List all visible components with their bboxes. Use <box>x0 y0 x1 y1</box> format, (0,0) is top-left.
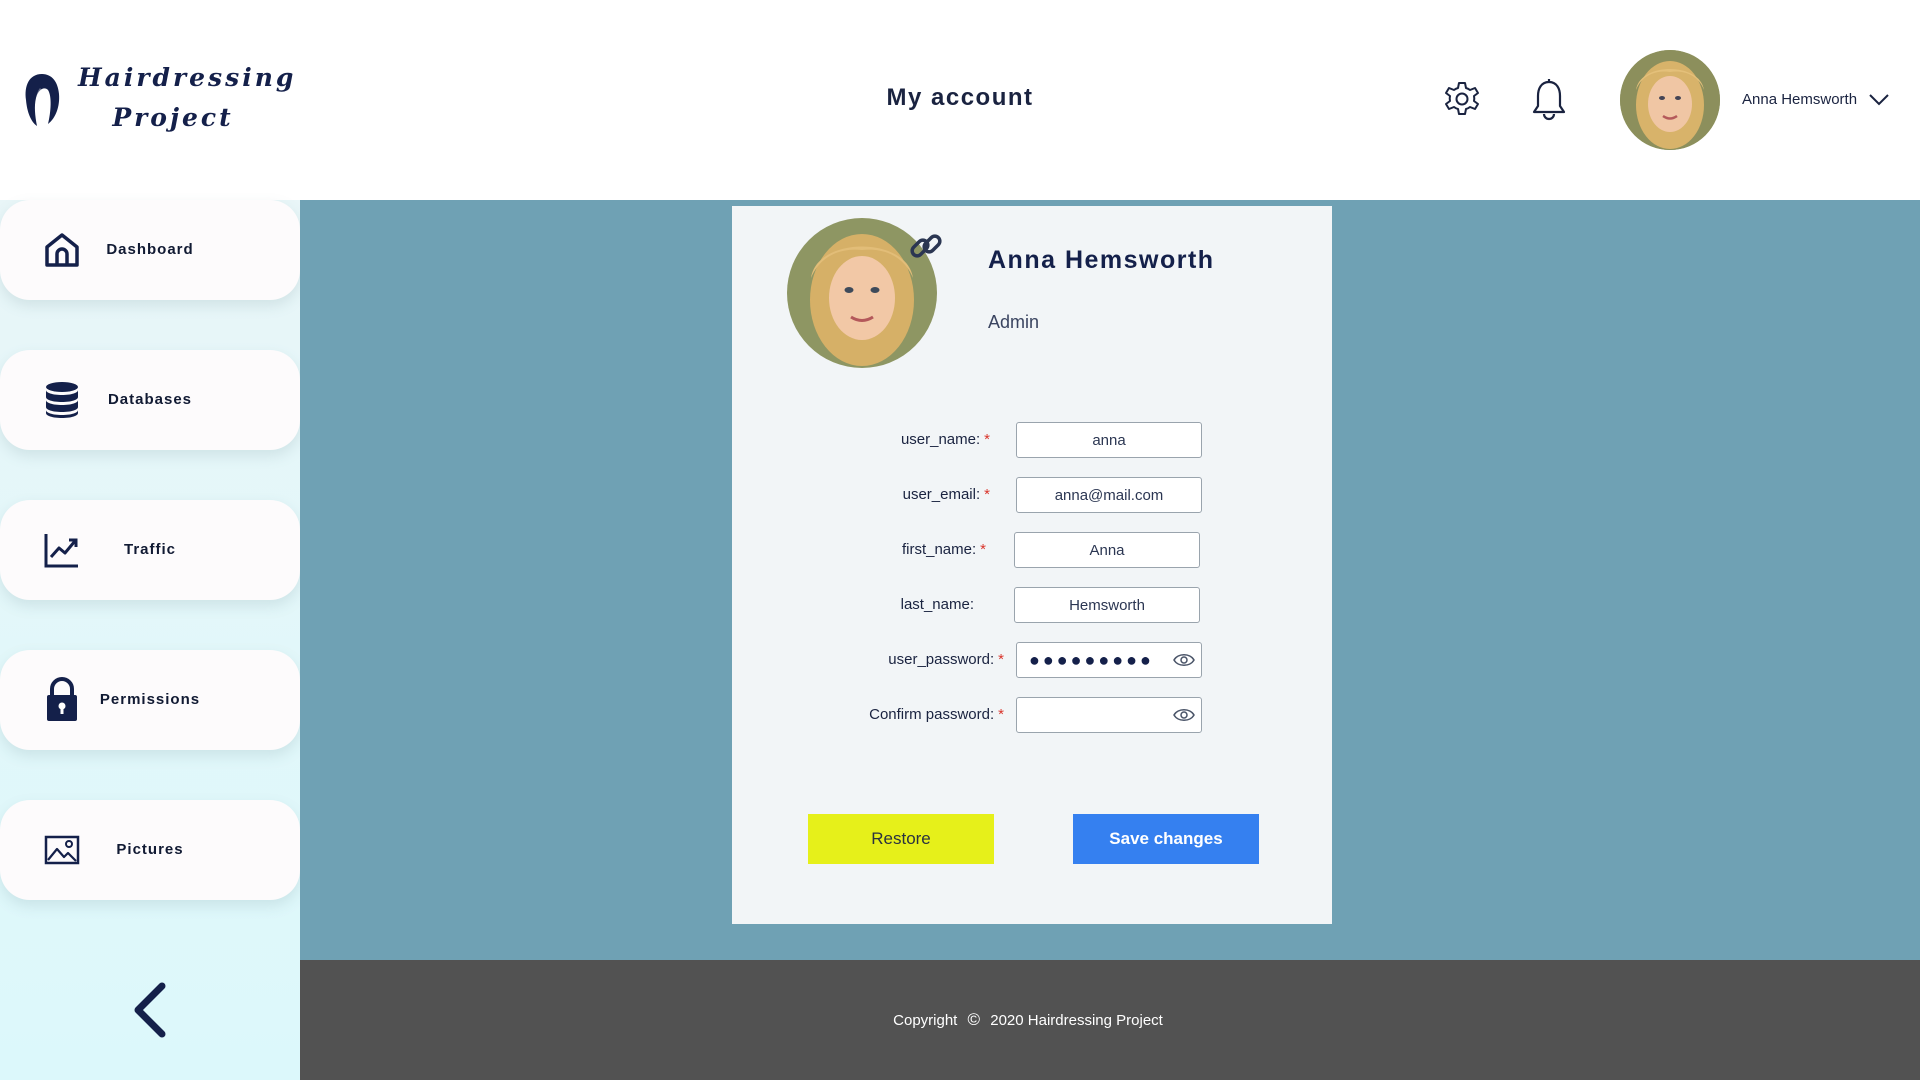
sidebar-item-dashboard[interactable]: Dashboard <box>0 200 300 300</box>
eye-icon[interactable] <box>1173 652 1195 668</box>
last-name-input[interactable] <box>1014 587 1200 623</box>
sidebar-item-permissions[interactable]: Permissions <box>0 650 300 750</box>
sidebar-item-label: Permissions <box>99 691 201 708</box>
footer: Copyright © 2020 Hairdressing Project <box>300 960 1920 1080</box>
eye-icon[interactable] <box>1173 707 1195 723</box>
bell-icon[interactable] <box>1529 78 1569 122</box>
profile-role: Admin <box>988 312 1040 332</box>
password-label: user_password: * <box>888 651 1004 668</box>
sidebar-item-traffic[interactable]: Traffic <box>0 500 300 600</box>
sidebar-item-label: Databases <box>107 391 193 408</box>
user-name-input[interactable] <box>1016 422 1202 458</box>
sidebar-item-pictures[interactable]: Pictures <box>0 800 300 900</box>
copyright-label: Copyright <box>893 1012 958 1029</box>
password-mask: ●●●●●●●●● <box>1029 650 1154 670</box>
sidebar-item-databases[interactable]: Databases <box>0 350 300 450</box>
form-row-confirm-password: Confirm password: * <box>732 697 1332 733</box>
password-input[interactable]: ●●●●●●●●● <box>1016 642 1202 678</box>
sidebar-item-label: Traffic <box>123 541 176 558</box>
sidebar: Dashboard Databases Traffic Permissions <box>0 200 300 1080</box>
user-email-input[interactable] <box>1016 477 1202 513</box>
page-title: My account <box>886 84 1034 111</box>
chevron-down-icon[interactable] <box>1868 91 1890 107</box>
user-email-label: user_email: * <box>902 486 990 503</box>
copyright-symbol: © <box>967 1010 981 1029</box>
copyright-year-owner: 2020 Hairdressing Project <box>990 1012 1163 1029</box>
home-icon <box>45 233 79 267</box>
logo-line-1: Hairdressing <box>78 63 297 92</box>
chevron-left-icon[interactable] <box>128 980 172 1040</box>
user-menu-name[interactable]: Anna Hemsworth <box>1742 91 1857 108</box>
confirm-password-input[interactable] <box>1016 697 1202 733</box>
copyright-text: Copyright © 2020 Hairdressing Project <box>300 1010 1756 1030</box>
confirm-password-label: Confirm password: * <box>869 706 1004 723</box>
logo-line-2: Project <box>112 103 234 132</box>
main-content: Anna Hemsworth Admin user_name:* user_em… <box>300 200 1920 960</box>
lock-icon <box>47 677 77 721</box>
sidebar-item-label: Pictures <box>116 841 184 858</box>
hair-logo-icon <box>25 74 60 126</box>
logo-text: Hairdressing Project <box>78 58 297 138</box>
link-icon[interactable] <box>908 228 944 264</box>
gear-icon[interactable] <box>1443 80 1481 118</box>
form-row-first-name: first_name: * <box>732 532 1332 568</box>
form-row-user-email: user_email: * <box>732 477 1332 513</box>
form-row-password: user_password: * ●●●●●●●●● <box>732 642 1332 678</box>
user-name-label: user_name: * <box>900 431 990 448</box>
form-row-last-name: last_name: <box>732 587 1332 623</box>
sidebar-item-label: Dashboard <box>106 241 194 258</box>
header-avatar[interactable] <box>1620 50 1720 150</box>
database-icon <box>46 382 78 418</box>
profile-name: Anna Hemsworth <box>988 246 1215 274</box>
save-changes-button[interactable]: Save changes <box>1073 814 1259 864</box>
first-name-label: first_name: * <box>901 541 986 558</box>
image-icon <box>44 835 80 865</box>
restore-button[interactable]: Restore <box>808 814 994 864</box>
header: Hairdressing Project My account Anna Hem… <box>0 0 1920 200</box>
last-name-label: last_name: <box>900 596 974 613</box>
chart-line-icon <box>44 534 78 568</box>
form-row-user-name: user_name: * <box>732 422 1332 458</box>
first-name-input[interactable] <box>1014 532 1200 568</box>
account-card: Anna Hemsworth Admin user_name:* user_em… <box>732 206 1332 924</box>
